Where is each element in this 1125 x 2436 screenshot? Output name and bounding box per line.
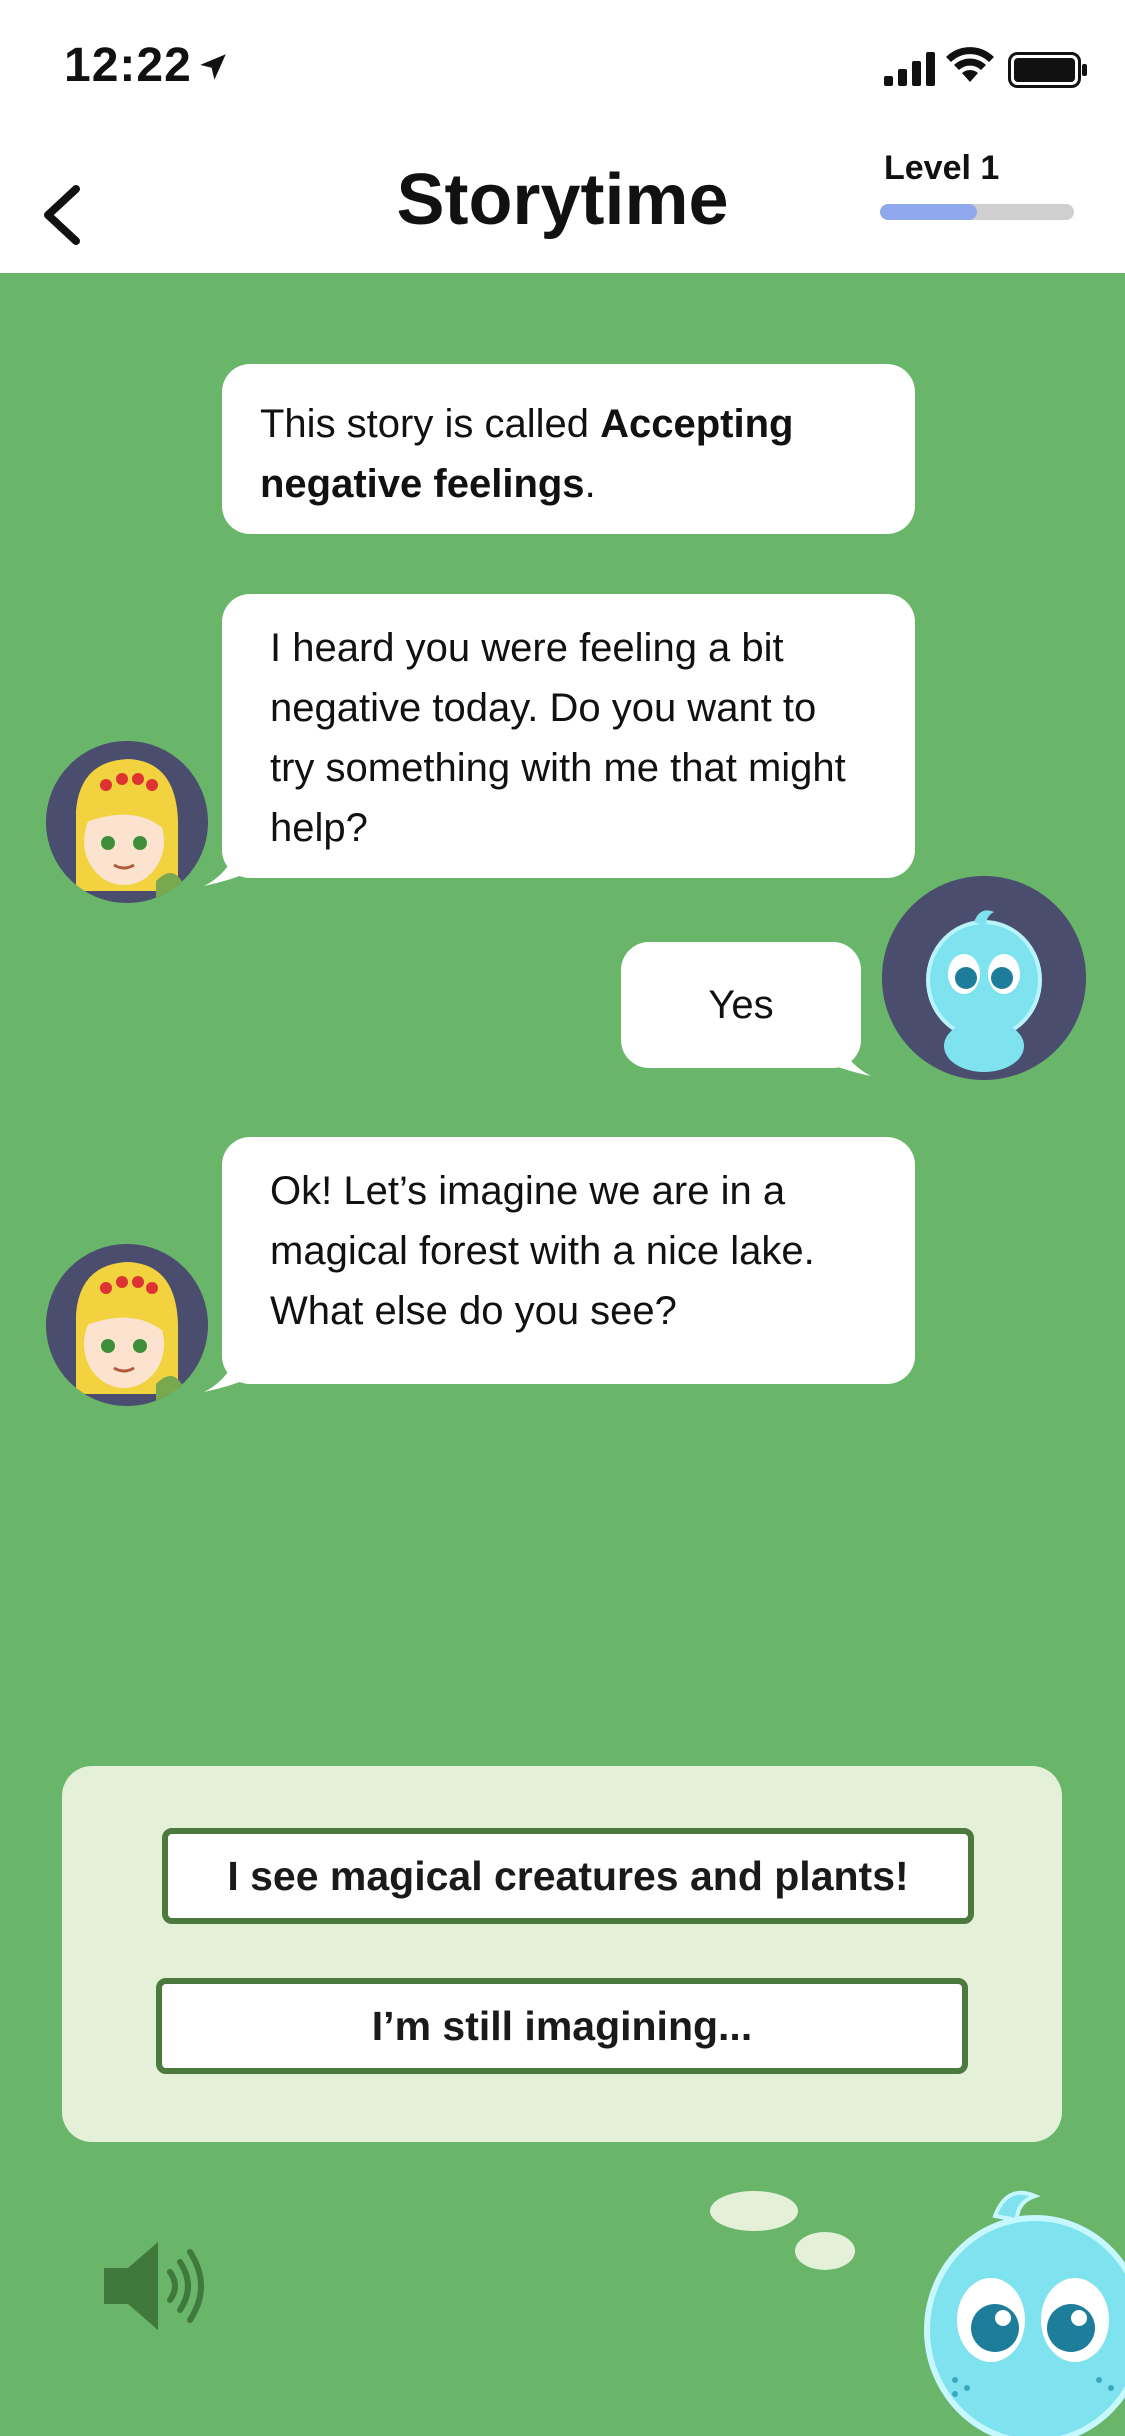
bubble-tail (204, 1362, 264, 1392)
story-intro-period: . (584, 462, 596, 506)
level-progress-fill (880, 204, 977, 220)
cellular-signal-icon (884, 52, 935, 86)
header: Storytime Level 1 (0, 135, 1125, 273)
thought-bubble-dot (795, 2232, 855, 2270)
thought-bubble-dot (710, 2191, 798, 2231)
story-intro-text: This story is called (260, 402, 601, 446)
bubble-tail (204, 856, 264, 886)
user-message-text: Yes (708, 983, 774, 1027)
wifi-icon (946, 47, 994, 82)
story-title-bubble: This story is called Accepting negative … (222, 364, 915, 534)
guide-message-text-2: Ok! Let’s imagine we are in a magical fo… (270, 1169, 815, 1333)
response-button-imagining[interactable]: I’m still imagining... (156, 1978, 968, 2074)
status-bar: 12:22 (0, 0, 1125, 135)
location-arrow-icon (200, 54, 226, 80)
level-label: Level 1 (884, 149, 1000, 187)
guide-avatar-2 (46, 1244, 208, 1406)
guide-message-bubble: I heard you were feeling a bit negative … (204, 594, 915, 886)
guide-message-bubble-2: Ok! Let’s imagine we are in a magical fo… (204, 1137, 915, 1392)
speaker-icon[interactable] (100, 2236, 210, 2336)
response-button-creatures[interactable]: I see magical creatures and plants! (162, 1828, 974, 1924)
response-panel: I see magical creatures and plants! I’m … (62, 1766, 1062, 2142)
level-progress-bar (880, 204, 1074, 220)
guide-message-text: I heard you were feeling a bit negative … (270, 626, 846, 850)
guide-avatar (46, 741, 208, 903)
user-message-bubble: Yes (621, 942, 871, 1076)
status-time: 12:22 (64, 39, 192, 92)
bubble-tail (811, 1046, 871, 1076)
user-avatar (882, 876, 1086, 1080)
battery-icon (1008, 52, 1087, 88)
mascot-character (924, 2190, 1125, 2436)
